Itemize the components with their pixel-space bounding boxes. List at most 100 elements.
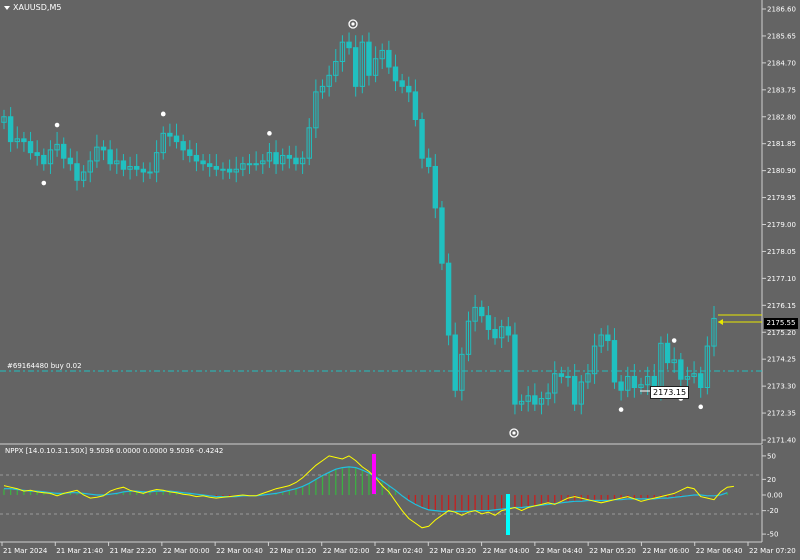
candle — [565, 375, 571, 378]
candle — [207, 163, 213, 167]
candle — [412, 91, 419, 121]
candle — [34, 152, 40, 156]
price-tick-label: 2175.20 — [767, 329, 796, 337]
fractal-down-marker — [698, 404, 704, 410]
indicator-tick-label: -20 — [767, 507, 778, 515]
price-tick-label: 2179.00 — [767, 221, 796, 229]
indicator-label: NPPX [14.0.10.3.1.50X] 9.5036 0.0000 0.0… — [5, 447, 224, 455]
time-tick-label: 22 Mar 06:40 — [696, 547, 743, 555]
trading-chart[interactable]: 2186.60 2185.65 2184.70 2183.75 2182.80 2181.… — [0, 0, 800, 560]
time-tick-label: 22 Mar 07:20 — [749, 547, 796, 555]
candle — [452, 334, 458, 391]
time-tick-label: 22 Mar 03:20 — [429, 547, 476, 555]
time-tick-label: 22 Mar 00:40 — [216, 547, 263, 555]
price-tick-label: 2172.35 — [767, 410, 796, 418]
candle — [505, 326, 511, 336]
price-tick-label: 2179.95 — [767, 194, 796, 202]
price-tick-label: 2173.30 — [767, 383, 796, 391]
candle — [226, 168, 233, 173]
candle — [406, 85, 412, 93]
candle — [664, 342, 671, 364]
indicator-tick-label: 20 — [767, 476, 776, 484]
candle — [167, 132, 173, 137]
price-tag-label[interactable]: 2173.15 — [650, 386, 690, 399]
price-tick-label: 2174.25 — [767, 356, 796, 364]
candle — [293, 157, 299, 165]
price-tick-label: 2171.40 — [767, 437, 796, 445]
time-tick-label: 22 Mar 04:40 — [536, 547, 583, 555]
price-tick-label: 2176.15 — [767, 302, 796, 310]
candle — [134, 165, 140, 170]
price-tick-label: 2177.10 — [767, 275, 796, 283]
symbol-text: XAUUSD,M5 — [13, 3, 62, 12]
price-tick-label: 2183.75 — [767, 86, 796, 94]
fractal-down-marker — [41, 180, 47, 186]
candle — [200, 160, 206, 165]
price-tick-label: 2180.90 — [767, 167, 796, 175]
time-tick-label: 22 Mar 00:00 — [163, 547, 210, 555]
candle — [432, 165, 439, 209]
time-tick-label: 22 Mar 04:00 — [483, 547, 530, 555]
candle — [147, 171, 153, 174]
price-tick-label: 2186.60 — [767, 6, 796, 14]
candle — [439, 207, 445, 264]
dropdown-triangle-icon[interactable] — [4, 5, 10, 10]
candle — [286, 154, 293, 159]
candle — [479, 306, 485, 317]
price-pane[interactable]: 2186.60 2185.65 2184.70 2183.75 2182.80 2181.… — [0, 0, 796, 445]
time-tick-label: 21 Mar 21:40 — [56, 547, 103, 555]
time-tick-label: 21 Mar 2024 — [3, 547, 48, 555]
candle — [41, 154, 47, 165]
symbol-label[interactable]: XAUUSD,M5 — [4, 3, 61, 12]
indicator-axis: 50 20 0.00 -20 -50 — [762, 452, 783, 539]
candle — [173, 135, 180, 143]
candle — [67, 157, 74, 165]
candle — [193, 154, 200, 162]
candle — [419, 119, 425, 159]
candle — [74, 163, 80, 181]
candle — [107, 149, 113, 165]
candle — [253, 163, 259, 166]
time-tick-label: 22 Mar 01:20 — [269, 547, 316, 555]
candle — [21, 138, 27, 143]
indicator-tick-label: 0.00 — [767, 492, 783, 500]
candle — [571, 375, 578, 405]
candle — [100, 146, 107, 151]
candle — [492, 328, 498, 339]
indicator-pane[interactable]: 50 20 0.00 -20 -50 — [0, 445, 783, 543]
candle — [698, 373, 704, 389]
candle — [246, 163, 253, 166]
time-tick-label: 22 Mar 02:00 — [323, 547, 370, 555]
candle — [220, 168, 226, 171]
candle — [605, 334, 611, 342]
fractal-up-marker — [671, 338, 677, 343]
candle — [532, 395, 538, 405]
candle — [611, 340, 618, 383]
time-tick-label: 21 Mar 22:20 — [110, 547, 157, 555]
time-tick-label: 22 Mar 06:00 — [642, 547, 689, 555]
time-tick-label: 22 Mar 05:20 — [589, 547, 636, 555]
high-arrow-marker-dot — [351, 22, 355, 26]
candle — [631, 375, 638, 389]
candle — [346, 41, 352, 49]
price-tick-label: 2182.80 — [767, 113, 796, 121]
candle — [558, 373, 565, 377]
trough-marker — [506, 494, 510, 535]
fractal-up-marker — [160, 111, 166, 117]
indicator-tick-label: -50 — [767, 531, 778, 539]
indicator-tick-label: 50 — [767, 452, 776, 460]
candle — [445, 262, 452, 336]
time-tick-label: 22 Mar 02:40 — [376, 547, 423, 555]
candle — [618, 381, 624, 391]
fractal-up-marker — [54, 122, 60, 128]
candle — [485, 315, 492, 330]
candle — [425, 157, 432, 167]
order-label[interactable]: #69164480 buy 0.02 — [7, 362, 82, 370]
price-tick-label: 2181.85 — [767, 140, 796, 148]
price-tick-label: 2184.70 — [767, 59, 796, 67]
candle — [273, 152, 279, 165]
candle — [392, 66, 399, 82]
candle — [512, 334, 518, 405]
price-axis: 2186.60 2185.65 2184.70 2183.75 2182.80 2181.… — [762, 6, 796, 445]
candle — [386, 49, 392, 68]
